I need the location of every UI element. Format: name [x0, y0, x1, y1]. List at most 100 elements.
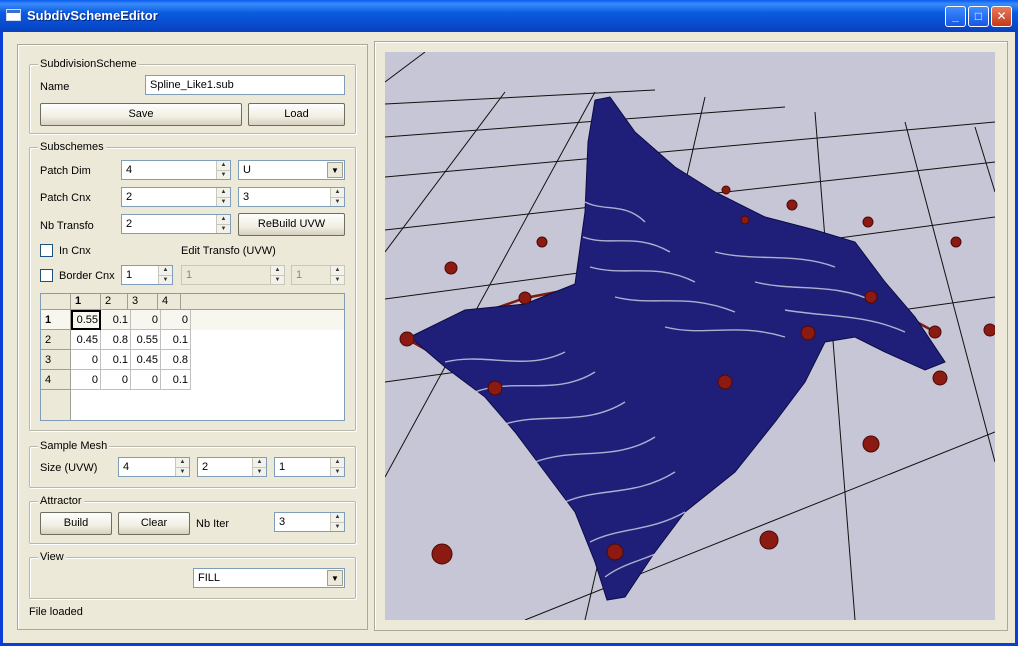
- app-icon: [6, 9, 21, 21]
- patch-dim-spin-arrows[interactable]: ▲ ▼: [216, 161, 230, 179]
- view-mode-value: FILL: [198, 572, 221, 584]
- status-text: File loaded: [29, 606, 83, 618]
- border-cnx-stepper[interactable]: 1 ▲ ▼: [121, 265, 173, 285]
- sample-mesh-title: Sample Mesh: [38, 440, 110, 452]
- edit-transfo-stepper-1[interactable]: 1 ▲ ▼: [181, 265, 285, 285]
- nb-iter-label: Nb Iter: [196, 518, 230, 530]
- view-mode-select[interactable]: FILL ▼: [193, 568, 345, 588]
- chevron-down-icon[interactable]: ▼: [327, 162, 343, 178]
- grid-corner: [41, 294, 71, 310]
- nb-iter-value: 3: [279, 516, 286, 528]
- maximize-button[interactable]: □: [968, 6, 989, 27]
- nb-iter-stepper[interactable]: 3 ▲ ▼: [274, 512, 345, 532]
- edit-transfo-spin-arrows-2[interactable]: ▲ ▼: [330, 266, 344, 284]
- clear-button[interactable]: Clear: [118, 512, 190, 535]
- patch-cnx-spin-arrows-2[interactable]: ▲ ▼: [330, 188, 344, 206]
- subdivision-surface: [409, 96, 946, 601]
- grid-cell-2-3[interactable]: 0.55: [131, 330, 161, 350]
- minimize-button[interactable]: _: [945, 6, 966, 27]
- patch-cnx-stepper-1[interactable]: 2 ▲ ▼: [121, 187, 231, 207]
- grid-cell-1-1[interactable]: 0.55: [71, 310, 101, 330]
- patch-cnx-value-2: 3: [243, 191, 250, 203]
- grid-cell-4-2[interactable]: 0: [101, 370, 131, 390]
- 3d-viewport[interactable]: [385, 52, 995, 620]
- size-u-stepper[interactable]: 4 ▲ ▼: [118, 457, 190, 477]
- in-cnx-checkbox[interactable]: [40, 244, 53, 257]
- nb-transfo-label: Nb Transfo: [40, 220, 94, 232]
- 3d-scene: [385, 52, 995, 620]
- patch-dim-axis-select[interactable]: U ▼: [238, 160, 345, 180]
- name-input[interactable]: Spline_Like1.sub: [145, 75, 345, 95]
- edit-transfo-label: Edit Transfo (UVW): [181, 245, 276, 257]
- size-w-value: 1: [279, 461, 286, 473]
- nb-iter-spin-arrows[interactable]: ▲ ▼: [330, 513, 344, 531]
- window-title: SubdivSchemeEditor: [27, 8, 158, 23]
- grid-row-header-3[interactable]: 3: [41, 350, 71, 370]
- border-cnx-value: 1: [126, 269, 133, 281]
- edit-transfo-value-2: 1: [296, 269, 303, 281]
- patch-dim-stepper[interactable]: 4 ▲ ▼: [121, 160, 231, 180]
- grid-cell-1-2[interactable]: 0.1: [101, 310, 131, 330]
- grid-cell-1-4[interactable]: 0: [161, 310, 191, 330]
- grid-col-header-2[interactable]: 2: [101, 294, 128, 310]
- grid-col-header-4[interactable]: 4: [158, 294, 181, 310]
- name-label: Name: [40, 81, 70, 93]
- subdivision-scheme-title: SubdivisionScheme: [38, 58, 139, 70]
- size-v-stepper[interactable]: 2 ▲ ▼: [197, 457, 267, 477]
- grid-col-header-3[interactable]: 3: [128, 294, 158, 310]
- title-bar[interactable]: SubdivSchemeEditor _ □ ✕: [0, 0, 1018, 32]
- grid-row-header-4[interactable]: 4: [41, 370, 71, 390]
- load-button[interactable]: Load: [248, 103, 345, 126]
- grid-cell-4-3[interactable]: 0: [131, 370, 161, 390]
- grid-header-fill: [181, 294, 344, 310]
- patch-dim-value: 4: [126, 164, 133, 176]
- grid-cell-3-3[interactable]: 0.45: [131, 350, 161, 370]
- size-v-spin-arrows[interactable]: ▲ ▼: [252, 458, 266, 476]
- grid-cell-2-2[interactable]: 0.8: [101, 330, 131, 350]
- build-button[interactable]: Build: [40, 512, 112, 535]
- border-cnx-spin-arrows[interactable]: ▲ ▼: [158, 266, 172, 284]
- save-button[interactable]: Save: [40, 103, 242, 126]
- size-v-value: 2: [202, 461, 209, 473]
- grid-row-header-2[interactable]: 2: [41, 330, 71, 350]
- grid-cell-3-2[interactable]: 0.1: [101, 350, 131, 370]
- patch-dim-label: Patch Dim: [40, 165, 91, 177]
- border-cnx-label: Border Cnx: [59, 270, 115, 282]
- size-u-spin-arrows[interactable]: ▲ ▼: [175, 458, 189, 476]
- patch-cnx-value-1: 2: [126, 191, 133, 203]
- size-w-spin-arrows[interactable]: ▲ ▼: [330, 458, 344, 476]
- patch-cnx-label: Patch Cnx: [40, 192, 91, 204]
- grid-cell-3-4[interactable]: 0.8: [161, 350, 191, 370]
- attractor-title: Attractor: [38, 495, 84, 507]
- edit-transfo-value-1: 1: [186, 269, 193, 281]
- size-u-value: 4: [123, 461, 130, 473]
- border-cnx-checkbox[interactable]: [40, 269, 53, 282]
- grid-cell-4-1[interactable]: 0: [71, 370, 101, 390]
- patch-cnx-spin-arrows-1[interactable]: ▲ ▼: [216, 188, 230, 206]
- size-uvw-label: Size (UVW): [40, 462, 98, 474]
- nb-transfo-spin-arrows[interactable]: ▲ ▼: [216, 215, 230, 233]
- nb-transfo-stepper[interactable]: 2 ▲ ▼: [121, 214, 231, 234]
- app-window: SubdivSchemeEditor _ □ ✕ SubdivisionSche…: [0, 0, 1018, 646]
- chevron-down-icon[interactable]: ▼: [327, 570, 343, 586]
- edit-transfo-spin-arrows-1[interactable]: ▲ ▼: [270, 266, 284, 284]
- in-cnx-label: In Cnx: [59, 245, 91, 257]
- subschemes-title: Subschemes: [38, 141, 106, 153]
- grid-row-header-fill: [41, 390, 71, 420]
- patch-cnx-stepper-2[interactable]: 3 ▲ ▼: [238, 187, 345, 207]
- grid-cell-3-1[interactable]: 0: [71, 350, 101, 370]
- grid-cell-2-4[interactable]: 0.1: [161, 330, 191, 350]
- rebuild-uvw-button[interactable]: ReBuild UVW: [238, 213, 345, 236]
- size-w-stepper[interactable]: 1 ▲ ▼: [274, 457, 345, 477]
- transfo-matrix-grid[interactable]: 1 2 3 4 1 2 3 4 0.55 0.1 0 0 0.45 0.8 0.…: [40, 293, 345, 421]
- patch-dim-axis-value: U: [243, 164, 251, 176]
- grid-row-header-1[interactable]: 1: [41, 310, 71, 330]
- edit-transfo-stepper-2[interactable]: 1 ▲ ▼: [291, 265, 345, 285]
- grid-col-header-1[interactable]: 1: [71, 294, 101, 310]
- grid-cell-4-4[interactable]: 0.1: [161, 370, 191, 390]
- nb-transfo-value: 2: [126, 218, 133, 230]
- close-button[interactable]: ✕: [991, 6, 1012, 27]
- grid-cell-2-1[interactable]: 0.45: [71, 330, 101, 350]
- view-title: View: [38, 551, 66, 563]
- grid-cell-1-3[interactable]: 0: [131, 310, 161, 330]
